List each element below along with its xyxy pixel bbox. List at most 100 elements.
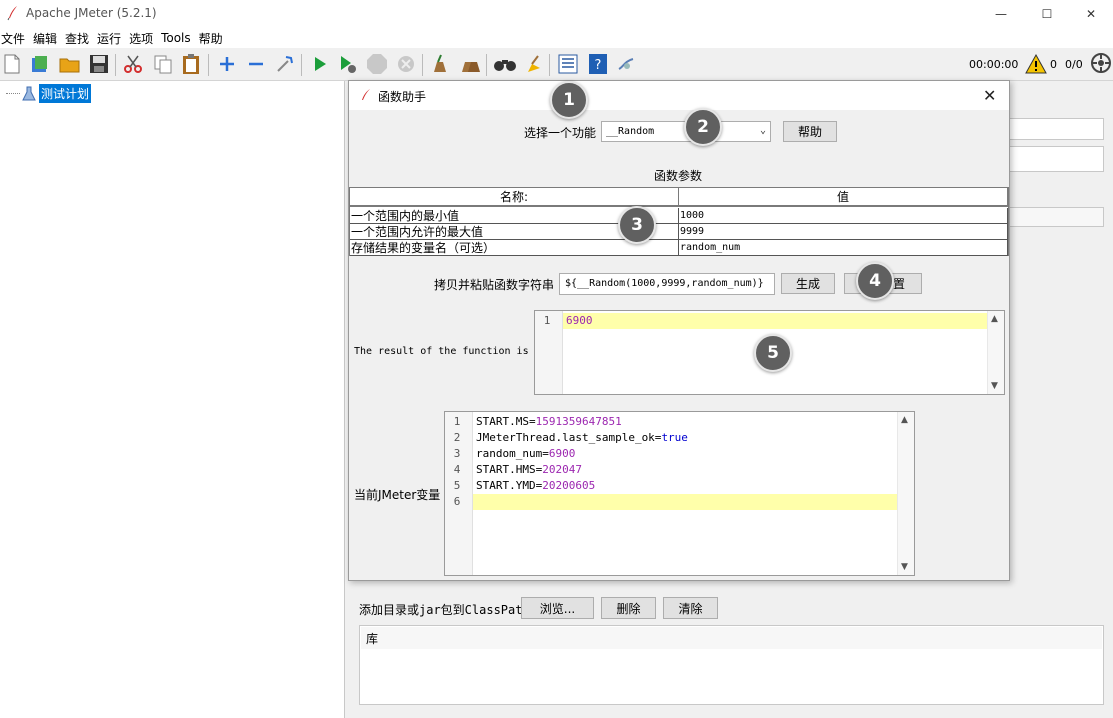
function-string-field[interactable]: ${__Random(1000,9999,random_num)} [559,273,775,295]
annotation-marker-3: 3 [618,206,656,244]
scroll-down-icon[interactable]: ▼ [991,381,998,391]
start-no-pause-icon[interactable] [336,52,360,76]
dialog-close-button[interactable]: ✕ [983,86,996,105]
menu-search[interactable]: 查找 [64,30,94,47]
column-header-value[interactable]: 值 [679,188,1008,207]
variable-value: 1591359647851 [535,415,622,428]
new-icon[interactable] [0,52,24,76]
variables-editor[interactable]: 1 2 3 4 5 6 START.MS=1591359647851 JMete… [444,411,915,576]
toolbar-separator [115,54,116,76]
menu-options[interactable]: 选项 [128,30,158,47]
reset-search-icon[interactable] [522,52,546,76]
variable-value: true [661,431,688,444]
test-plan-tree: 测试计划 [0,81,345,718]
select-function-label: 选择一个功能 [524,126,597,140]
maximize-button[interactable]: ☐ [1024,0,1070,28]
line-number: 1 [543,314,551,327]
svg-text:?: ? [595,58,602,73]
scroll-down-icon[interactable]: ▼ [901,562,908,572]
variable-key: START.HMS= [476,463,543,476]
copy-icon[interactable] [151,52,175,76]
column-header-name[interactable]: 名称: [350,188,679,207]
save-icon[interactable] [87,52,111,76]
variable-line: random_num=6900 [476,447,575,460]
clear-button[interactable]: 清除 [663,597,718,619]
dialog-title-bar: 函数助手 ✕ [349,81,1009,110]
browse-button[interactable]: 浏览... [521,597,594,619]
line-number: 6 [453,495,461,508]
param-value-cell[interactable]: random_num [679,240,1008,256]
variable-key: START.MS= [476,415,536,428]
toolbar: ? 00:00:00 0 0/0 [0,48,1113,81]
menu-edit[interactable]: 编辑 [32,30,62,47]
annotation-marker-1: 1 [550,81,588,119]
help-button[interactable]: 帮助 [783,121,837,142]
annotation-marker-4: 4 [856,262,894,300]
vertical-scrollbar[interactable]: ▲ ▼ [897,412,914,575]
start-icon[interactable] [308,52,332,76]
tree-node-test-plan[interactable]: 测试计划 [6,84,92,103]
variable-key: JMeterThread.last_sample_ok= [476,431,662,444]
toolbar-separator [301,54,302,76]
remote-icon[interactable] [615,52,639,76]
minimize-button[interactable]: — [978,0,1024,28]
toolbar-separator [486,54,487,76]
annotation-marker-5: 5 [754,334,792,372]
search-icon[interactable] [493,52,517,76]
title-bar: Apache JMeter (5.2.1) — ☐ ✕ [0,0,1113,28]
result-label: The result of the function is [354,346,529,357]
menu-bar: 文件 编辑 查找 运行 选项 Tools 帮助 [0,28,1113,48]
clear-all-icon[interactable] [458,52,482,76]
variable-line: START.YMD=20200605 [476,479,595,492]
menu-help[interactable]: 帮助 [198,30,228,47]
clear-icon[interactable] [428,52,452,76]
window-close-button[interactable]: ✕ [1068,0,1113,28]
expand-icon[interactable] [215,52,239,76]
window-title: Apache JMeter (5.2.1) [26,6,157,20]
name-field-background [1009,118,1104,140]
line-number: 2 [453,431,461,444]
tree-node-label: 测试计划 [39,84,92,103]
elapsed-timer: 00:00:00 [969,58,1019,71]
jmeter-variables-label: 当前JMeter变量 [354,488,441,502]
param-value-cell[interactable]: 1000 [679,208,1008,224]
toggle-icon[interactable] [273,52,297,76]
generate-button[interactable]: 生成 [781,273,835,294]
variable-key: START.YMD= [476,479,543,492]
open-icon[interactable] [58,52,82,76]
delete-button[interactable]: 删除 [601,597,656,619]
toolbar-separator [549,54,550,76]
menu-file[interactable]: 文件 [0,30,30,47]
menu-run[interactable]: 运行 [96,30,126,47]
stop-icon[interactable] [365,52,389,76]
templates-icon[interactable] [28,52,52,76]
shutdown-icon[interactable] [394,52,418,76]
collapse-icon[interactable] [244,52,268,76]
vertical-scrollbar[interactable]: ▲ ▼ [987,311,1004,394]
flask-icon [22,86,36,100]
scroll-up-icon[interactable]: ▲ [901,415,908,425]
warning-count: 0 [1050,58,1057,71]
function-select-value: __Random [606,126,655,137]
paste-icon[interactable] [179,52,203,76]
warning-icon[interactable] [1025,54,1047,74]
params-heading: 函数参数 [654,169,703,183]
function-helper-icon[interactable] [556,52,580,76]
variable-line: START.HMS=202047 [476,463,582,476]
variable-value: 6900 [548,447,576,460]
cut-icon[interactable] [121,52,145,76]
variable-key: random_num= [476,447,549,460]
library-header: 库 [361,627,1102,649]
status-gear-icon[interactable] [1090,52,1112,74]
library-list[interactable]: 库 [359,625,1104,705]
variable-value: 20200605 [542,479,596,492]
variable-line: START.MS=1591359647851 [476,415,622,428]
menu-tools[interactable]: Tools [160,31,196,45]
param-value-cell[interactable]: 9999 [679,224,1008,240]
variables-table-background [1009,207,1104,227]
scroll-up-icon[interactable]: ▲ [991,314,998,324]
line-number: 3 [453,447,461,460]
help-icon[interactable]: ? [586,52,610,76]
chevron-down-icon: ⌄ [759,125,766,136]
result-value: 6900 [566,314,593,327]
